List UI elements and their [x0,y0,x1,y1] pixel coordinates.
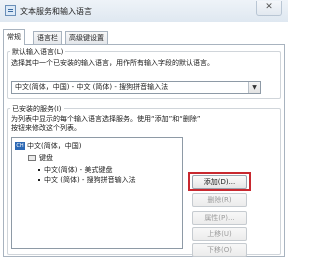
tree-item-service[interactable]: 中文(简体) - 美式键盘 [38,166,112,174]
remove-button[interactable]: 删除(R) [192,193,247,207]
bullet-icon [38,179,40,181]
default-input-language-value: 中文(简体，中国) - 中文 (简体) - 搜狗拼音输入法 [15,83,169,91]
default-input-language-description: 选择其中一个已安装的输入语言，用作所有输入字段的默认语言。 [11,59,214,67]
add-button[interactable]: 添加(D)... [192,175,247,189]
tree-service-label: 中文(简体) - 美式键盘 [44,166,113,174]
tab-general[interactable]: 常规 [3,29,25,45]
tree-item-keyboard[interactable]: 键盘 [28,154,53,162]
installed-services-description-line1: 为列表中显示的每个输入语言选择服务。使用“添加”和“删除” [11,115,201,123]
move-up-button[interactable]: 上移(U) [192,227,247,241]
tab-strip: 常规 语言栏 高级键设置 [3,29,285,45]
tab-language-bar[interactable]: 语言栏 [33,31,62,44]
properties-button[interactable]: 属性(P)... [192,211,247,225]
language-ch-icon: CH [15,142,25,150]
keyboard-settings-icon [5,5,16,16]
tree-item-service[interactable]: 中文 (简体) - 搜狗拼音输入法 [38,176,136,184]
tab-advanced-key-settings[interactable]: 高级键设置 [65,31,108,44]
move-down-button[interactable]: 下移(O) [192,243,247,257]
tree-category-label: 键盘 [39,154,53,162]
tree-language-label: 中文(简体，中国) [27,142,82,150]
installed-services-tree[interactable]: CH 中文(简体，中国) 键盘 中文(简体) - 美式键盘 中文 (简体) - 搜… [11,137,183,249]
tree-item-language[interactable]: CH 中文(简体，中国) [15,142,81,150]
tab-panel-general: 默认输入语言(L) 选择其中一个已安装的输入语言，用作所有输入字段的默认语言。 … [3,44,285,257]
chevron-down-icon[interactable]: ▼ [248,82,260,93]
title-bar: 文本服务和输入语言 ✕ [0,0,288,22]
close-button[interactable]: ✕ [256,1,282,16]
window-title: 文本服务和输入语言 [20,7,92,16]
keyboard-icon [28,155,36,161]
installed-services-label: 已安装的服务(I) [10,104,64,114]
tree-service-label: 中文 (简体) - 搜狗拼音输入法 [44,176,136,184]
installed-services-description-line2: 按钮来修改这个列表。 [11,124,81,132]
default-input-language-select[interactable]: 中文(简体，中国) - 中文 (简体) - 搜狗拼音输入法 ▼ [11,81,261,94]
bullet-icon [38,169,40,171]
default-input-language-label: 默认输入语言(L) [10,47,66,57]
